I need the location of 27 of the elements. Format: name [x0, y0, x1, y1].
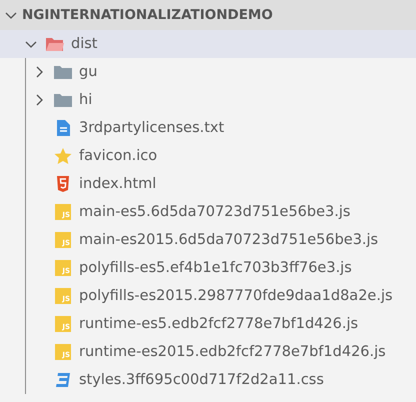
- folder-row[interactable]: hi: [26, 86, 416, 114]
- folder-icon: [53, 92, 73, 108]
- explorer-header[interactable]: NGINTERNATIONALIZATIONDEMO: [0, 0, 416, 30]
- file-name: main-es5.6d5da70723d751e56be3.js: [79, 204, 350, 220]
- file-row[interactable]: 3rdpartylicenses.txt: [26, 114, 416, 142]
- folder-row[interactable]: gu: [26, 58, 416, 86]
- open-folder-icon: [45, 36, 65, 52]
- file-name: favicon.ico: [79, 148, 158, 164]
- file-name: polyfills-es2015.2987770fde9daa1d8a2e.js: [79, 288, 393, 304]
- file-name: polyfills-es5.ef4b1e1fc703b3ff76e3.js: [79, 260, 352, 276]
- folder-icon: [53, 64, 73, 80]
- file-name: runtime-es5.edb2fcf2778e7bf1d426.js: [79, 316, 358, 332]
- file-name: main-es2015.6d5da70723d751e56be3.js: [79, 232, 378, 248]
- file-name: 3rdpartylicenses.txt: [79, 120, 224, 136]
- file-name: styles.3ff695c00d717f2d2a11.css: [79, 372, 324, 388]
- css-file-icon: [53, 371, 73, 389]
- file-name: index.html: [79, 176, 156, 192]
- file-row[interactable]: styles.3ff695c00d717f2d2a11.css: [26, 366, 416, 394]
- file-name: runtime-es2015.edb2fcf2778e7bf1d426.js: [79, 344, 386, 360]
- file-name: hi: [79, 92, 92, 108]
- folder-row[interactable]: dist: [0, 30, 416, 58]
- folder-name: dist: [71, 36, 98, 52]
- file-row[interactable]: favicon.ico: [26, 142, 416, 170]
- file-row[interactable]: index.html: [26, 170, 416, 198]
- project-name: NGINTERNATIONALIZATIONDEMO: [22, 7, 273, 23]
- star-icon: [53, 147, 73, 165]
- file-name: gu: [79, 64, 98, 80]
